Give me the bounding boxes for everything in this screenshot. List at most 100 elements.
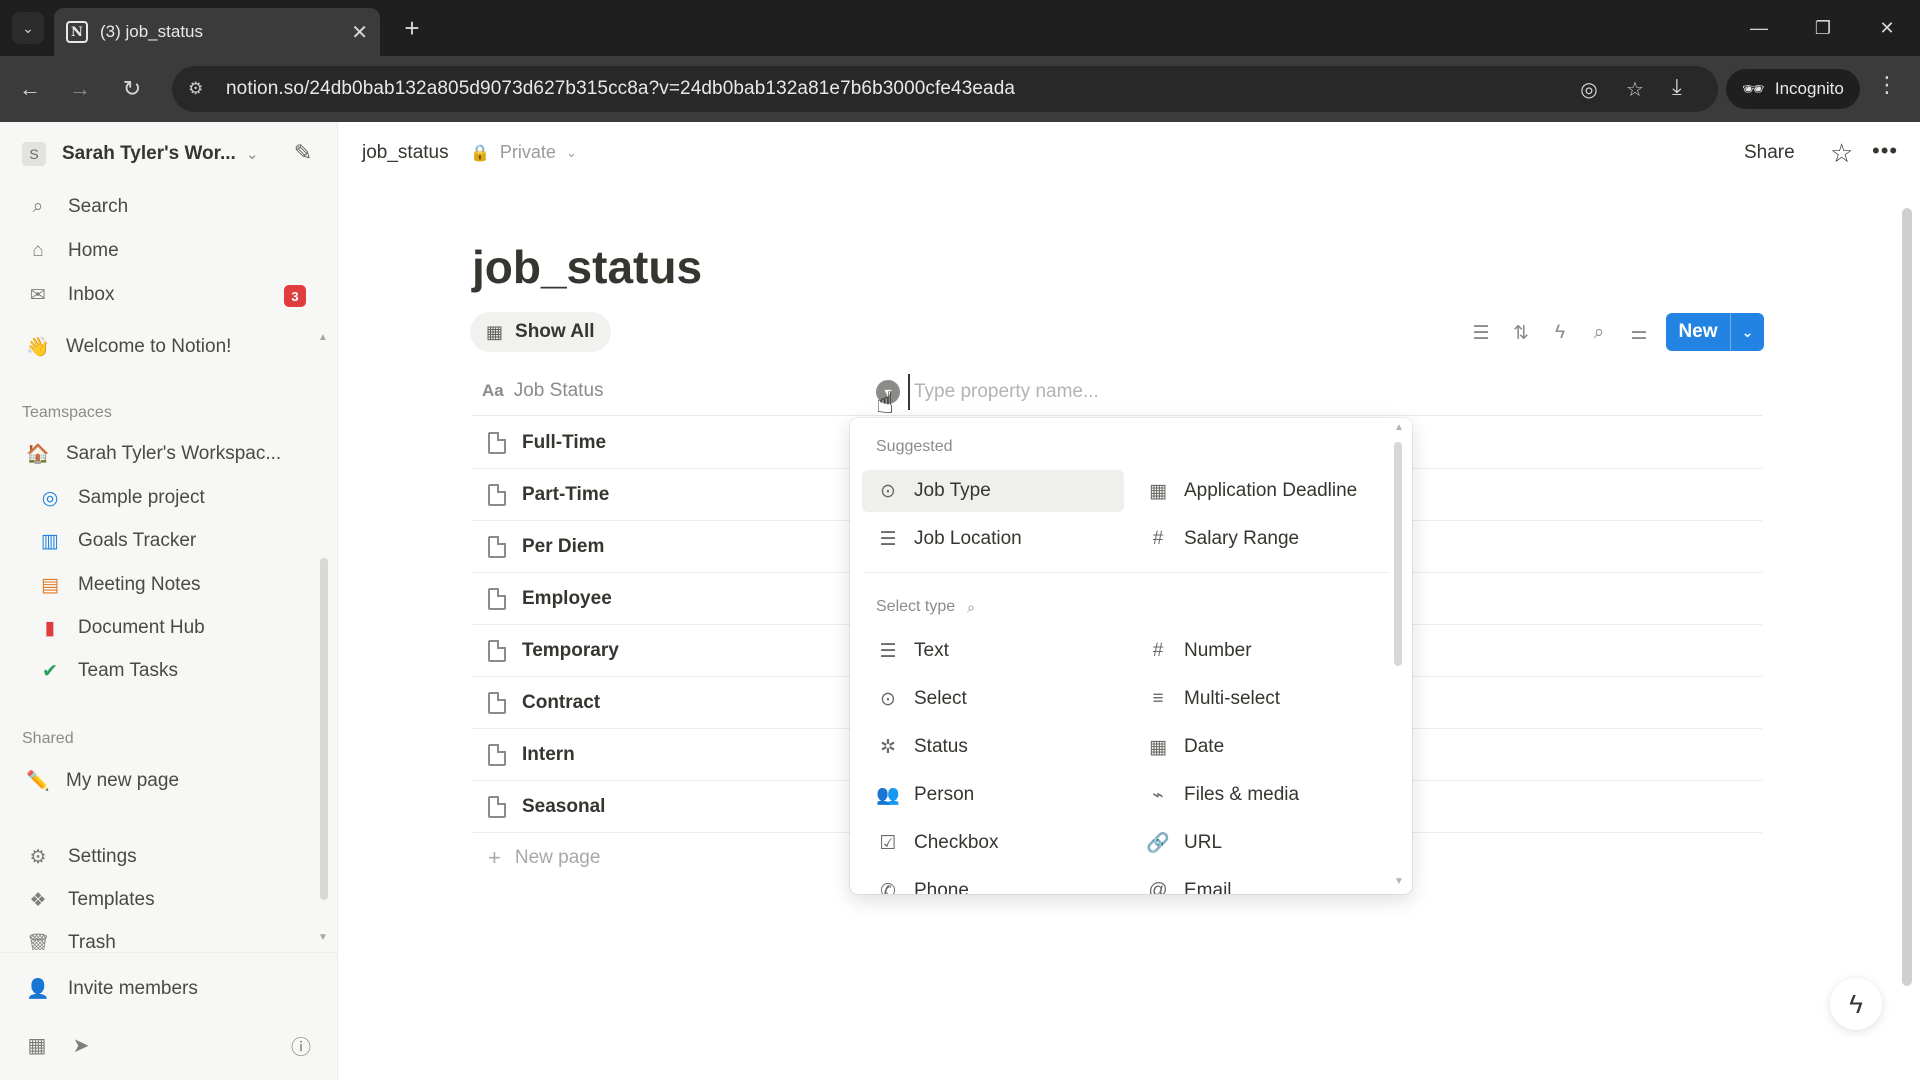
- row-title[interactable]: Contract: [522, 692, 600, 714]
- calendar-app-icon[interactable]: ▦: [22, 1030, 52, 1060]
- sidebar-item-sample-project[interactable]: ◎ Sample project: [14, 479, 324, 517]
- sidebar-item-goals-tracker[interactable]: ▥ Goals Tracker: [14, 522, 324, 560]
- sidebar-item-trash[interactable]: 🗑 Trash: [14, 924, 324, 950]
- search-icon[interactable]: ⌕: [967, 599, 975, 616]
- table-row[interactable]: Employee: [472, 573, 852, 625]
- sidebar-item-my-new-page[interactable]: ✏️ My new page: [14, 762, 324, 800]
- favorite-star-icon[interactable]: ☆: [1830, 138, 1853, 169]
- sidebar-item-meeting-notes[interactable]: ▤ Meeting Notes: [14, 566, 324, 604]
- type-person[interactable]: 👥 Person: [862, 774, 1124, 816]
- invite-members-button[interactable]: 👤 Invite members: [14, 970, 324, 1008]
- popup-scrollbar[interactable]: [1394, 442, 1402, 666]
- incognito-label: Incognito: [1774, 79, 1844, 98]
- restore-icon[interactable]: ❐: [1800, 10, 1846, 46]
- sidebar-item-templates[interactable]: ❖ Templates: [14, 881, 324, 919]
- sort-icon[interactable]: ⇅: [1506, 318, 1536, 348]
- filter-icon[interactable]: ☰: [1466, 318, 1496, 348]
- download-icon[interactable]: ⤓: [1672, 74, 1682, 100]
- option-application-deadline[interactable]: ▦ Application Deadline: [1132, 470, 1394, 512]
- property-name-input[interactable]: [908, 374, 1408, 410]
- window-close-icon[interactable]: ✕: [1864, 10, 1910, 46]
- option-job-type[interactable]: ⊙ Job Type: [862, 470, 1124, 512]
- view-tab-show-all[interactable]: ▦ Show All: [470, 312, 611, 352]
- type-number[interactable]: # Number: [1132, 630, 1394, 672]
- address-bar[interactable]: ⚙ notion.so/24db0bab132a805d9073d627b315…: [172, 66, 1718, 112]
- popup-scroll-down-icon[interactable]: ▼: [1394, 876, 1404, 887]
- page-title[interactable]: job_status: [472, 240, 702, 294]
- row-title[interactable]: Full-Time: [522, 432, 606, 454]
- new-tab-plus-icon[interactable]: +: [396, 12, 428, 44]
- type-date[interactable]: ▦ Date: [1132, 726, 1394, 768]
- sidebar-item-inbox[interactable]: ✉ Inbox 3: [14, 276, 324, 314]
- sidebar-item-welcome[interactable]: 👋 Welcome to Notion!: [14, 328, 324, 366]
- sidebar-item-teamspace[interactable]: 🏠 Sarah Tyler's Workspac...: [14, 435, 324, 473]
- incognito-indicator[interactable]: 🕶 Incognito: [1726, 69, 1860, 109]
- row-title[interactable]: Employee: [522, 588, 612, 610]
- site-settings-icon[interactable]: ⚙: [188, 79, 216, 99]
- table-row[interactable]: Contract: [472, 677, 852, 729]
- table-row[interactable]: Intern: [472, 729, 852, 781]
- table-row[interactable]: Part-Time: [472, 469, 852, 521]
- scroll-up-arrow-icon[interactable]: ▲: [318, 332, 328, 343]
- popup-scroll-up-icon[interactable]: ▲: [1394, 422, 1404, 433]
- row-title[interactable]: Intern: [522, 744, 575, 766]
- sidebar-item-home[interactable]: ⌂ Home: [14, 232, 324, 270]
- row-title[interactable]: Seasonal: [522, 796, 605, 818]
- new-page-compose-icon[interactable]: ✎: [288, 138, 318, 168]
- help-question-icon[interactable]: ⓘ: [286, 1030, 316, 1060]
- sidebar-item-search[interactable]: ⌕ Search: [14, 188, 324, 226]
- row-title[interactable]: Part-Time: [522, 484, 609, 506]
- view-settings-icon[interactable]: ⚌: [1624, 318, 1654, 348]
- property-type-menu: Suggested ⊙ Job Type ▦ Application Deadl…: [850, 418, 1412, 894]
- type-files-media[interactable]: ⌁ Files & media: [1132, 774, 1394, 816]
- send-icon[interactable]: ➤: [66, 1030, 96, 1060]
- type-multi-select[interactable]: ≡ Multi-select: [1132, 678, 1394, 720]
- more-options-icon[interactable]: •••: [1872, 138, 1898, 164]
- table-row[interactable]: Full-Time: [472, 417, 852, 469]
- notion-ai-icon[interactable]: ϟ: [1830, 978, 1882, 1030]
- breadcrumb[interactable]: job_status: [362, 142, 449, 164]
- sidebar-item-settings[interactable]: ⚙ Settings: [14, 838, 324, 876]
- back-arrow-icon[interactable]: ←: [14, 73, 46, 105]
- type-select[interactable]: ⊙ Select: [862, 678, 1124, 720]
- automation-bolt-icon[interactable]: ϟ: [1545, 318, 1575, 348]
- new-button[interactable]: New ⌄: [1666, 313, 1764, 351]
- sidebar-item-team-tasks[interactable]: ✔ Team Tasks: [14, 652, 324, 690]
- option-job-location[interactable]: ☰ Job Location: [862, 518, 1124, 560]
- row-title[interactable]: Temporary: [522, 640, 619, 662]
- type-text[interactable]: ☰ Text: [862, 630, 1124, 672]
- reload-icon[interactable]: ↻: [116, 73, 148, 105]
- forward-arrow-icon[interactable]: →: [64, 73, 96, 105]
- privacy-dropdown[interactable]: 🔒 Private ⌄: [470, 142, 577, 163]
- browser-tab-active[interactable]: N (3) job_status ✕: [54, 8, 380, 56]
- url-text[interactable]: notion.so/24db0bab132a805d9073d627b315cc…: [226, 78, 1566, 100]
- tab-close-icon[interactable]: ✕: [351, 20, 368, 45]
- type-status[interactable]: ✲ Status: [862, 726, 1124, 768]
- page-scrollbar[interactable]: [1902, 208, 1912, 986]
- table-row[interactable]: Per Diem: [472, 521, 852, 573]
- share-button[interactable]: Share: [1744, 142, 1795, 164]
- column-header-job-status[interactable]: Aa Job Status: [482, 380, 604, 402]
- search-icon[interactable]: ⌕: [1584, 318, 1614, 348]
- browser-menu-icon[interactable]: ⋮: [1876, 72, 1898, 98]
- new-page-row-button[interactable]: + New page: [488, 845, 600, 871]
- table-row[interactable]: Temporary: [472, 625, 852, 677]
- row-title[interactable]: Per Diem: [522, 536, 604, 558]
- sidebar-item-document-hub[interactable]: ▮ Document Hub: [14, 609, 324, 647]
- option-label: Person: [914, 784, 975, 805]
- table-row[interactable]: Seasonal: [472, 781, 852, 833]
- chevron-down-icon[interactable]: ⌄: [1731, 324, 1764, 341]
- minimize-icon[interactable]: —: [1736, 10, 1782, 46]
- scroll-down-arrow-icon[interactable]: ▼: [318, 932, 328, 943]
- sidebar-scrollbar[interactable]: [320, 558, 328, 900]
- workspace-switcher[interactable]: S Sarah Tyler's Wor... ⌄: [22, 138, 272, 170]
- type-checkbox[interactable]: ☑ Checkbox: [862, 822, 1124, 864]
- type-email[interactable]: @ Email: [1132, 870, 1394, 894]
- option-salary-range[interactable]: # Salary Range: [1132, 518, 1394, 560]
- bookmark-star-icon[interactable]: ☆: [1612, 77, 1658, 102]
- tab-search-chevron-icon[interactable]: ⌄: [12, 12, 44, 44]
- type-phone[interactable]: ✆ Phone: [862, 870, 1124, 894]
- eye-off-icon[interactable]: ◎: [1566, 77, 1612, 102]
- title-property-icon: Aa: [482, 381, 504, 400]
- type-url[interactable]: 🔗 URL: [1132, 822, 1394, 864]
